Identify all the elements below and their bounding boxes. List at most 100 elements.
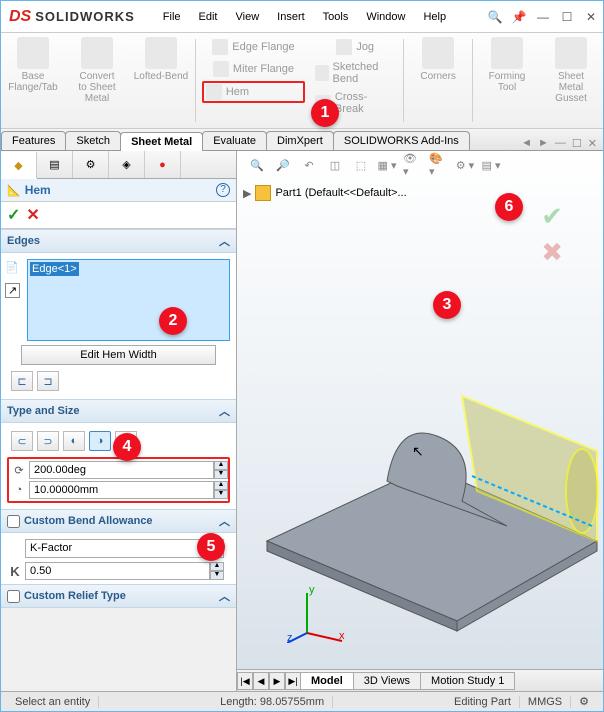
label: Jog — [356, 41, 374, 53]
status-bar: Select an entity Length: 98.05755mm Edit… — [1, 691, 603, 711]
config-tab[interactable]: ⚙ — [73, 151, 109, 178]
lofted-bend-button[interactable]: Lofted-Bend — [133, 37, 189, 82]
material-inside-icon[interactable]: ⊏ — [11, 371, 33, 391]
pin-icon[interactable]: 📌 — [511, 9, 527, 25]
edge-flange-button[interactable]: Edge Flange — [210, 37, 296, 57]
miter-flange-button[interactable]: Miter Flange — [211, 59, 296, 79]
doc-close-icon[interactable]: ✕ — [588, 137, 597, 150]
type-size-header[interactable]: Type and Size ︿ — [1, 399, 236, 423]
main-menu: File Edit View Insert Tools Window Help — [155, 7, 454, 27]
tab-evaluate[interactable]: Evaluate — [202, 131, 267, 150]
search-icon[interactable]: 🔍 — [487, 9, 503, 25]
k-factor-spinner[interactable]: ▲▼ — [210, 562, 224, 580]
tab-sketch[interactable]: Sketch — [65, 131, 121, 150]
expand-icon[interactable]: ▶ — [243, 187, 251, 200]
menu-window[interactable]: Window — [358, 7, 413, 27]
dimxpert-tab[interactable]: ◈ — [109, 151, 145, 178]
sheet-metal-gusset-button[interactable]: SheetMetalGusset — [543, 37, 599, 104]
chevron-up-icon: ︿ — [219, 403, 230, 419]
zoom-fit-icon[interactable]: 🔍 — [247, 155, 267, 175]
corners-button[interactable]: Corners — [410, 37, 466, 82]
app-logo: DS SOLIDWORKS — [1, 8, 143, 26]
help-icon[interactable]: ? — [216, 183, 230, 197]
label: Lofted-Bend — [134, 71, 189, 82]
tab-motion-study[interactable]: Motion Study 1 — [420, 672, 515, 690]
cba-type-select[interactable]: K-Factor▾ — [25, 539, 224, 558]
logo-ds-icon: DS — [9, 8, 31, 26]
tab-addins[interactable]: SOLIDWORKS Add-Ins — [333, 131, 470, 150]
angle-input[interactable] — [29, 461, 214, 479]
render-icon[interactable]: ▤ ▾ — [481, 155, 501, 175]
status-units[interactable]: MMGS — [520, 696, 571, 708]
part-name[interactable]: Part1 (Default<<Default>... — [275, 187, 406, 199]
reverse-icon[interactable]: ↗ — [5, 283, 20, 298]
hide-show-icon[interactable]: 👁 ▾ — [403, 155, 423, 175]
label: Edges — [7, 235, 40, 247]
flyout-tree[interactable]: ▶ Part1 (Default<<Default>... — [243, 185, 407, 201]
k-factor-input[interactable] — [25, 562, 210, 580]
tab-dimxpert[interactable]: DimXpert — [266, 131, 334, 150]
edit-hem-width-button[interactable]: Edit Hem Width — [21, 345, 216, 365]
close-icon[interactable]: ✕ — [583, 9, 599, 25]
edges-header[interactable]: Edges ︿ — [1, 229, 236, 253]
chevron-up-icon: ︿ — [219, 588, 230, 604]
tear-drop-icon[interactable]: ◐ — [63, 431, 85, 451]
cancel-button[interactable]: ✕ — [26, 205, 39, 225]
tab-3d-views[interactable]: 3D Views — [353, 672, 421, 690]
menu-help[interactable]: Help — [415, 7, 454, 27]
convert-sheet-metal-button[interactable]: Convertto SheetMetal — [69, 37, 125, 104]
sketched-bend-button[interactable]: Sketched Bend — [313, 59, 397, 87]
jog-button[interactable]: Jog — [334, 37, 376, 57]
tab-features[interactable]: Features — [1, 131, 66, 150]
menu-edit[interactable]: Edit — [191, 7, 226, 27]
doc-maximize-icon[interactable]: ☐ — [572, 137, 582, 150]
ok-button[interactable]: ✓ — [7, 205, 20, 225]
doc-minimize-icon[interactable]: — — [555, 137, 566, 150]
svg-text:y: y — [309, 584, 315, 596]
status-options-icon[interactable]: ⚙ — [571, 695, 597, 708]
prev-view-icon[interactable]: ↶ — [299, 155, 319, 175]
view-orient-icon[interactable]: ⬚ — [351, 155, 371, 175]
crt-checkbox[interactable] — [7, 590, 20, 603]
tab-scroll[interactable]: |◀◀▶▶| — [237, 672, 301, 690]
zoom-area-icon[interactable]: 🔎 — [273, 155, 293, 175]
section-view-icon[interactable]: ◫ — [325, 155, 345, 175]
label: Custom Bend Allowance — [24, 515, 153, 527]
cba-checkbox[interactable] — [7, 515, 20, 528]
base-flange-button[interactable]: BaseFlange/Tab — [5, 37, 61, 93]
material-outside-icon[interactable]: ⊐ — [37, 371, 59, 391]
menu-insert[interactable]: Insert — [269, 7, 313, 27]
doc-next-icon[interactable]: ► — [538, 137, 549, 150]
open-hem-icon[interactable]: ⊃ — [37, 431, 59, 451]
edges-selection-box[interactable]: Edge<1> — [27, 259, 230, 341]
radius-input[interactable] — [29, 481, 214, 499]
display-tab[interactable]: ● — [145, 151, 181, 178]
closed-hem-icon[interactable]: ⊂ — [11, 431, 33, 451]
tab-model[interactable]: Model — [300, 672, 354, 690]
view-settings-icon[interactable]: ⚙ ▾ — [455, 155, 475, 175]
confirm-ok-icon[interactable]: ✔ — [541, 201, 563, 232]
menu-view[interactable]: View — [228, 7, 268, 27]
radius-spinner[interactable]: ▲▼ — [214, 481, 228, 499]
rolled-hem-icon[interactable]: ◑ — [89, 431, 111, 451]
feature-manager-tab[interactable]: ◆ — [1, 152, 37, 179]
angle-spinner[interactable]: ▲▼ — [214, 461, 228, 479]
doc-prev-icon[interactable]: ◄ — [521, 137, 532, 150]
k-factor-icon: K — [5, 562, 25, 580]
scene-icon[interactable]: 🎨 ▾ — [429, 155, 449, 175]
maximize-icon[interactable]: ☐ — [559, 9, 575, 25]
menu-file[interactable]: File — [155, 7, 189, 27]
forming-tool-button[interactable]: FormingTool — [479, 37, 535, 93]
minimize-icon[interactable]: — — [535, 9, 551, 25]
menu-tools[interactable]: Tools — [315, 7, 357, 27]
edge-item-1[interactable]: Edge<1> — [30, 262, 79, 276]
confirm-cancel-icon[interactable]: ✖ — [541, 237, 563, 268]
tab-sheet-metal[interactable]: Sheet Metal — [120, 132, 203, 151]
cba-header[interactable]: Custom Bend Allowance ︿ — [1, 509, 236, 533]
display-style-icon[interactable]: ▦ ▾ — [377, 155, 397, 175]
property-tab[interactable]: ▤ — [37, 151, 73, 178]
hem-button[interactable]: Hem — [202, 81, 305, 103]
property-manager: ◆ ▤ ⚙ ◈ ● 📐 Hem ? ✓ ✕ Edges ︿ 📄 ↗ Edge<1… — [1, 151, 237, 691]
crt-header[interactable]: Custom Relief Type ︿ — [1, 584, 236, 608]
graphics-viewport[interactable]: 🔍 🔎 ↶ ◫ ⬚ ▦ ▾ 👁 ▾ 🎨 ▾ ⚙ ▾ ▤ ▾ ▶ Part1 (D… — [237, 151, 603, 691]
